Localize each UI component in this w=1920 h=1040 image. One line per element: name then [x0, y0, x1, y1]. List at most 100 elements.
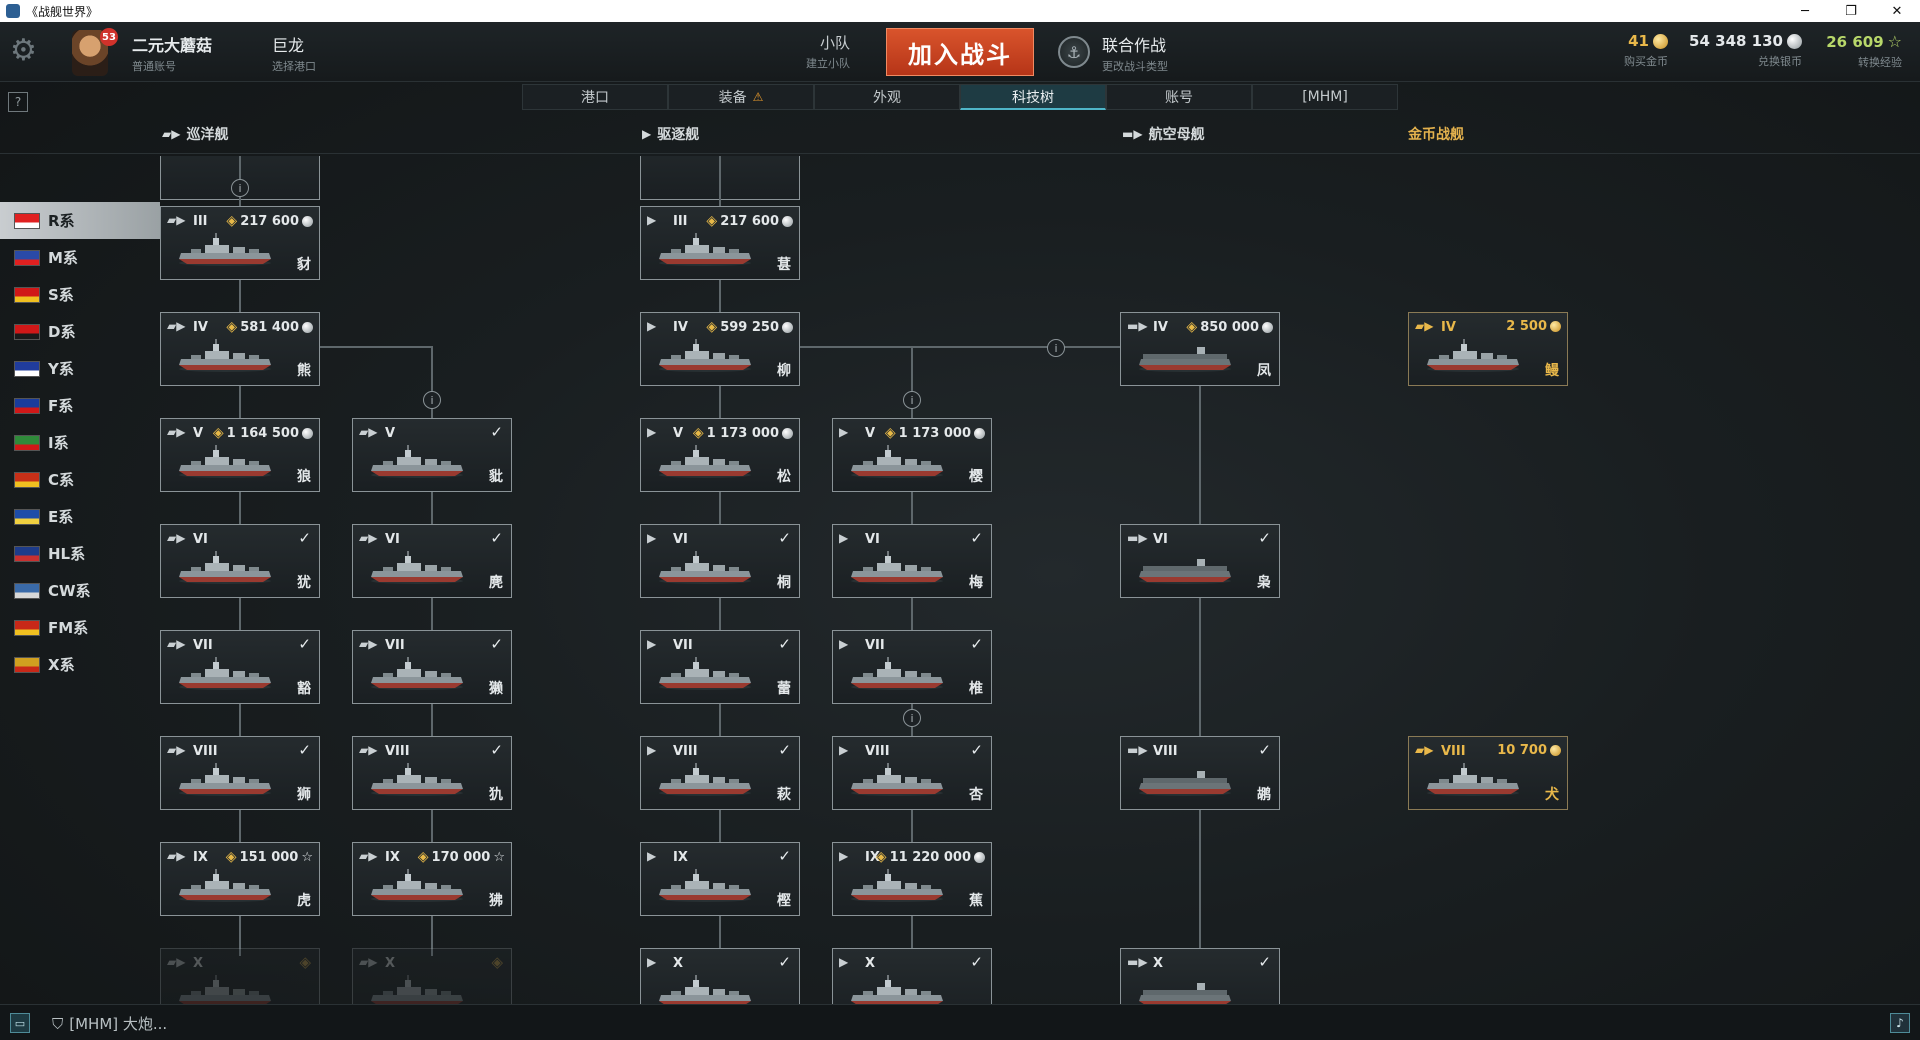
help-button[interactable]: ?: [8, 92, 28, 112]
battle-mode-icon[interactable]: ⚓: [1058, 36, 1090, 68]
check-icon: ✓: [778, 953, 791, 971]
ship-node[interactable]: ▬▶ VIII ✓ 鹕: [1120, 736, 1280, 810]
ship-node[interactable]: ▶ IV ◈ 599 250 柳: [640, 312, 800, 386]
ship-name: 桐: [777, 575, 791, 591]
ship-cost-value: 170 000: [431, 849, 491, 865]
ship-node[interactable]: ▶ VIII ✓ 萩: [640, 736, 800, 810]
battle-mode-selector[interactable]: 联合作战 更改战斗类型: [1102, 32, 1168, 74]
star-icon: ☆: [493, 849, 505, 865]
check-icon: ✓: [298, 529, 311, 547]
ship-node[interactable]: ▶ X ✓: [832, 948, 992, 1004]
ship-node[interactable]: ▬▶ VI ✓ 枭: [1120, 524, 1280, 598]
account-info[interactable]: 二元大蘑菇 普通账号: [132, 32, 212, 74]
category-destroyer[interactable]: ▶ 驱逐舰: [642, 124, 699, 144]
tab-account[interactable]: 账号: [1106, 84, 1252, 110]
ship-node[interactable]: ▶ VI ✓ 桐: [640, 524, 800, 598]
ship-node[interactable]: ▰▶ VIII 10 700 犬: [1408, 736, 1568, 810]
ship-node[interactable]: ▰▶ IV 2 500 鳗: [1408, 312, 1568, 386]
info-icon[interactable]: i: [231, 179, 249, 197]
maximize-button[interactable]: ❐: [1828, 0, 1874, 22]
ship-node[interactable]: ▶ III ◈ 217 600 葚: [640, 206, 800, 280]
check-icon: ✓: [490, 529, 503, 547]
destroyer-class-icon: ▶: [839, 425, 849, 439]
chat-icon[interactable]: ▭: [10, 1013, 30, 1033]
ship-node[interactable]: ▰▶ VIII ✓ 犰: [352, 736, 512, 810]
ship-cost-value: 151 000: [239, 849, 299, 865]
ship-node[interactable]: ▰▶ V ◈ 1 164 500 狼: [160, 418, 320, 492]
ship-node[interactable]: ▶ VI ✓ 梅: [832, 524, 992, 598]
gold-balance[interactable]: 41 购买金币: [1624, 32, 1668, 69]
ship-silhouette-icon: [371, 763, 463, 796]
ship-node[interactable]: ▶ X ✓: [640, 948, 800, 1004]
ship-node[interactable]: ▬▶ IV ◈ 850 000 凤: [1120, 312, 1280, 386]
ship-cost: ◈ 1 164 500: [213, 425, 313, 441]
tab-clan[interactable]: [MHM]: [1252, 84, 1398, 110]
info-icon[interactable]: i: [903, 709, 921, 727]
tab-tech-tree[interactable]: 科技树: [960, 84, 1106, 110]
silver-value: 54 348 130: [1689, 32, 1783, 50]
ship-tier: V: [193, 426, 204, 441]
info-icon[interactable]: i: [1047, 339, 1065, 357]
ship-node[interactable]: ▰▶ VII ✓ 豁: [160, 630, 320, 704]
category-premium[interactable]: 金币战舰: [1408, 124, 1464, 144]
check-icon: ✓: [298, 741, 311, 759]
info-icon[interactable]: i: [903, 391, 921, 409]
xp-balance[interactable]: 26 609 ☆ 转换经验: [1826, 32, 1902, 70]
ship-node[interactable]: ▰▶ X ◈: [352, 948, 512, 1004]
port-selector[interactable]: 巨龙 选择港口: [272, 32, 316, 74]
close-button[interactable]: ✕: [1874, 0, 1920, 22]
ship-silhouette-icon: [851, 445, 943, 478]
star-icon: ☆: [301, 849, 313, 865]
ship-node[interactable]: ▰▶ VI ✓ 犹: [160, 524, 320, 598]
squad-button[interactable]: 小队 建立小队: [806, 32, 850, 71]
notification-bell-icon[interactable]: ♪: [1890, 1013, 1910, 1033]
ship-node[interactable]: ▰▶ VI ✓ 麂: [352, 524, 512, 598]
ship-node[interactable]: ▰▶ X ◈: [160, 948, 320, 1004]
silver-balance[interactable]: 54 348 130 兑换银币: [1689, 32, 1802, 69]
cruiser-class-icon: ▰▶: [359, 849, 378, 863]
cruiser-class-icon: ▰▶: [167, 213, 186, 227]
top-bar: ⚙ 53 二元大蘑菇 普通账号 巨龙 选择港口 小队 建立小队 加入战斗 ⚓ 联…: [0, 22, 1920, 82]
ship-node[interactable]: ▶ IX ◈ 11 220 000 蕉: [832, 842, 992, 916]
category-cruiser[interactable]: ▰▶ 巡洋舰: [162, 124, 228, 144]
tab-port[interactable]: 港口: [522, 84, 668, 110]
ship-node[interactable]: ▶ VII ✓ 蕾: [640, 630, 800, 704]
price-tag-icon: ◈: [1186, 319, 1198, 335]
chat-text: [MHM] 大炮...: [69, 1015, 168, 1033]
destroyer-class-icon: ▶: [647, 531, 657, 545]
cruiser-class-icon: ▰▶: [359, 955, 378, 969]
ship-node[interactable]: ▰▶ IX ◈ 151 000 ☆ 虎: [160, 842, 320, 916]
category-carrier[interactable]: ▬▶ 航空母舰: [1122, 124, 1205, 144]
tab-equipment[interactable]: 装备 ⚠: [668, 84, 814, 110]
ship-node[interactable]: ▶ IX ✓ 樫: [640, 842, 800, 916]
ship-node[interactable]: ▶ V ◈ 1 173 000 樱: [832, 418, 992, 492]
cruiser-class-icon: ▰▶: [167, 955, 186, 969]
join-battle-button[interactable]: 加入战斗: [886, 28, 1034, 76]
minimize-button[interactable]: ─: [1782, 0, 1828, 22]
ship-node[interactable]: ▶ VII ✓ 椎: [832, 630, 992, 704]
gear-icon[interactable]: ⚙: [10, 36, 40, 66]
chat-preview[interactable]: ⛉ [MHM] 大炮...: [52, 1013, 167, 1034]
ship-node[interactable]: ▰▶ IV ◈ 581 400 熊: [160, 312, 320, 386]
ship-node[interactable]: ▰▶ IX ◈ 170 000 ☆ 狒: [352, 842, 512, 916]
ship-node[interactable]: ▬▶ X ✓: [1120, 948, 1280, 1004]
info-icon[interactable]: i: [423, 391, 441, 409]
ship-cost: ◈ 217 600: [706, 213, 793, 229]
xp-value: 26 609: [1826, 32, 1884, 51]
silver-coin-icon: [302, 321, 313, 333]
cruiser-class-icon: ▰▶: [167, 637, 186, 651]
silver-coin-icon: [782, 215, 793, 227]
ship-tier: VII: [385, 638, 405, 653]
ship-tier: X: [193, 956, 204, 971]
ship-node[interactable]: ▶ V ◈ 1 173 000 松: [640, 418, 800, 492]
ship-node[interactable]: ▰▶ V ✓ 豼: [352, 418, 512, 492]
ship-node[interactable]: ▰▶ III ◈ 217 600 豺: [160, 206, 320, 280]
ship-node[interactable]: ▰▶ VIII ✓ 狮: [160, 736, 320, 810]
tech-tree: i i i i i ▰▶ III ◈ 217 600 豺 ▰▶ IV ◈ 581 400 熊 ▰▶ V ◈ 1 16…: [0, 156, 1920, 1004]
ship-cost-value: 11 220 000: [889, 849, 971, 865]
ship-node[interactable]: ▶ VIII ✓ 杏: [832, 736, 992, 810]
destroyer-class-icon: ▶: [839, 637, 849, 651]
tab-appearance[interactable]: 外观: [814, 84, 960, 110]
ship-tier: III: [193, 214, 208, 229]
ship-node[interactable]: ▰▶ VII ✓ 獭: [352, 630, 512, 704]
